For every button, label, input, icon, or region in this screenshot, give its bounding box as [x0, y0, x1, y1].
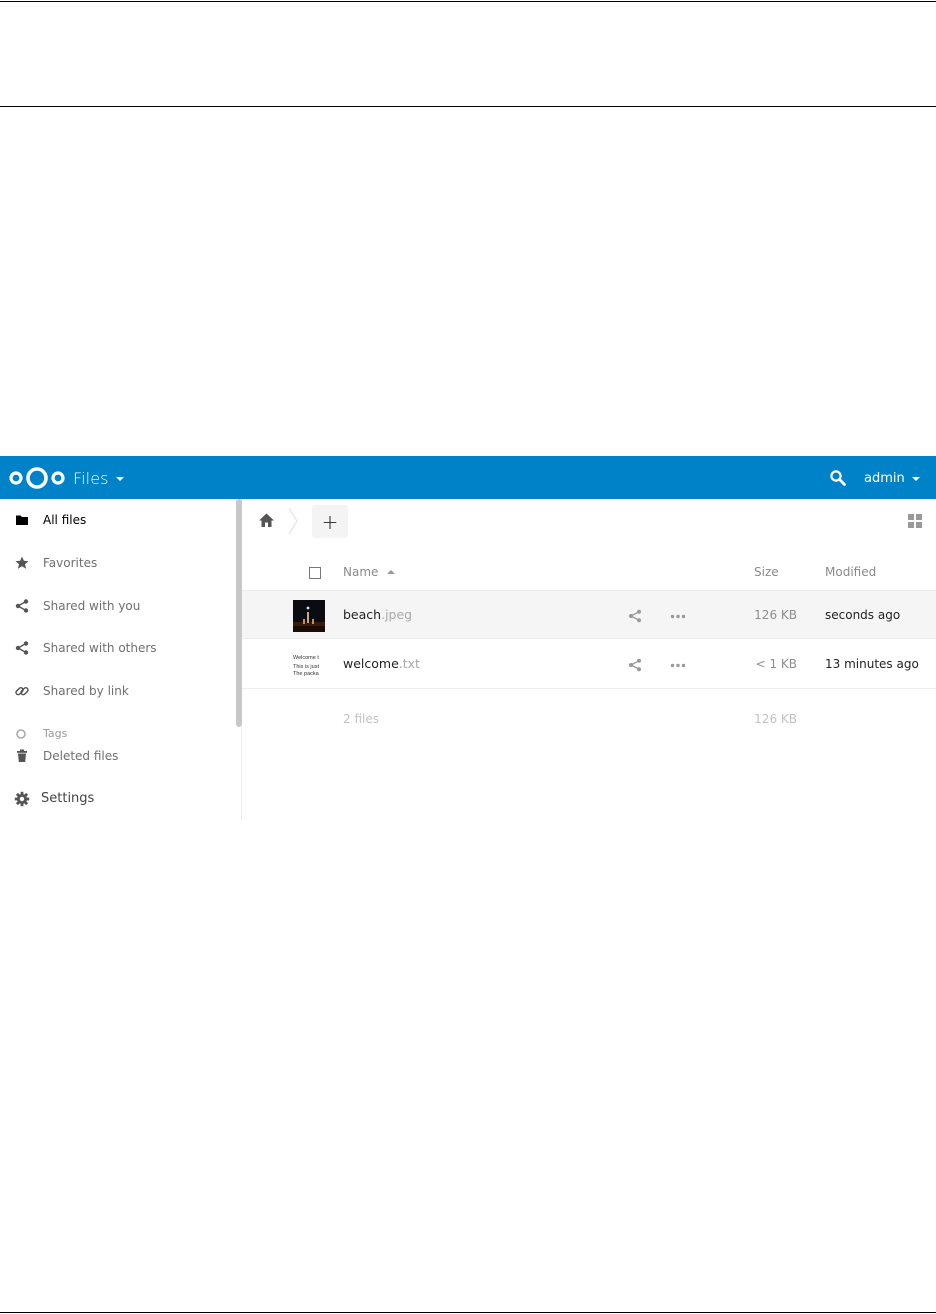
sidebar-item-label: Deleted files [43, 749, 119, 763]
sidebar-item-label: All files [43, 513, 87, 527]
nextcloud-logo-icon[interactable] [9, 465, 65, 491]
file-size: 126 KB [754, 608, 797, 622]
folder-icon [16, 515, 28, 525]
new-file-button[interactable]: + [312, 505, 348, 538]
sidebar-item-tags[interactable]: Tags [0, 727, 236, 741]
app-navigation: All files Favorites Shared with you Shar… [0, 499, 242, 820]
header-rule [0, 106, 936, 107]
sidebar-item-deleted-files[interactable]: Deleted files [0, 744, 236, 768]
column-header-modified[interactable]: Modified [825, 565, 876, 579]
nextcloud-window: Files admin All files Favorites Shared w… [0, 456, 936, 820]
app-menu-button[interactable]: Files [73, 468, 124, 488]
file-extension: .txt [398, 656, 420, 671]
summary-file-count: 2 files [343, 712, 379, 726]
sidebar-item-settings[interactable]: Settings [0, 787, 236, 811]
home-icon[interactable] [258, 512, 275, 529]
sidebar-item-shared-with-you[interactable]: Shared with you [0, 594, 236, 618]
files-content: + Name Size Modified beach.jpeg 126 KB s… [242, 499, 936, 820]
summary-total-size: 126 KB [754, 712, 797, 726]
more-actions-icon[interactable] [670, 663, 686, 668]
sidebar-item-label: Shared by link [43, 684, 129, 698]
chevron-down-icon [911, 477, 920, 481]
more-actions-icon[interactable] [670, 614, 686, 619]
sidebar-item-all-files[interactable]: All files [0, 508, 236, 532]
image-thumbnail [293, 600, 325, 632]
breadcrumb-separator-icon [288, 507, 298, 535]
thumbnail-preview-line: The packa [293, 671, 319, 677]
top-header: Files admin [0, 456, 936, 499]
column-header-size[interactable]: Size [754, 565, 779, 579]
text-thumbnail: Welcome t This is just The packa [293, 649, 325, 681]
grid-view-icon[interactable] [908, 514, 922, 528]
thumbnail-preview-line: Welcome t [293, 655, 319, 661]
user-menu-button[interactable]: admin [864, 470, 920, 486]
file-basename: beach [343, 607, 382, 622]
table-row[interactable]: Welcome t This is just The packa welcome… [242, 640, 936, 689]
sidebar-item-shared-by-link[interactable]: Shared by link [0, 679, 236, 703]
link-icon [15, 686, 29, 696]
chevron-down-icon [115, 477, 124, 481]
file-name[interactable]: beach.jpeg [343, 607, 412, 622]
sidebar-item-label: Shared with others [43, 641, 157, 655]
sidebar-item-label: Settings [41, 791, 95, 806]
top-rule [0, 1, 936, 2]
file-size: < 1 KB [755, 657, 797, 671]
sidebar-item-label: Tags [43, 727, 68, 740]
select-all-checkbox[interactable] [309, 567, 321, 579]
column-name-label: Name [343, 565, 379, 579]
share-icon [15, 599, 29, 613]
sidebar-item-favorites[interactable]: Favorites [0, 551, 236, 575]
file-list-summary: 2 files 126 KB [242, 690, 936, 730]
file-name[interactable]: welcome.txt [343, 656, 420, 671]
sidebar-item-label: Shared with you [43, 599, 141, 613]
star-icon [15, 556, 29, 569]
gear-icon [14, 791, 30, 807]
file-extension: .jpeg [381, 607, 413, 622]
file-basename: welcome [343, 656, 399, 671]
bottom-rule [0, 1312, 936, 1313]
share-icon[interactable] [628, 658, 642, 672]
user-name: admin [864, 470, 905, 486]
file-modified: seconds ago [825, 608, 901, 622]
sidebar-item-shared-with-others[interactable]: Shared with others [0, 636, 236, 660]
tag-icon [16, 729, 26, 739]
table-row[interactable]: beach.jpeg 126 KB seconds ago [242, 590, 936, 639]
sort-ascending-icon [387, 570, 396, 574]
share-icon[interactable] [628, 609, 642, 623]
app-menu-label: Files [73, 468, 109, 488]
trash-icon [17, 749, 27, 762]
sidebar-item-label: Favorites [43, 556, 98, 570]
thumbnail-preview-line: This is just [293, 664, 319, 670]
search-icon[interactable] [829, 469, 847, 487]
file-list-header: Name Size Modified [242, 550, 936, 590]
column-header-name[interactable]: Name [343, 565, 396, 579]
share-icon [15, 641, 29, 655]
file-modified: 13 minutes ago [825, 657, 919, 671]
